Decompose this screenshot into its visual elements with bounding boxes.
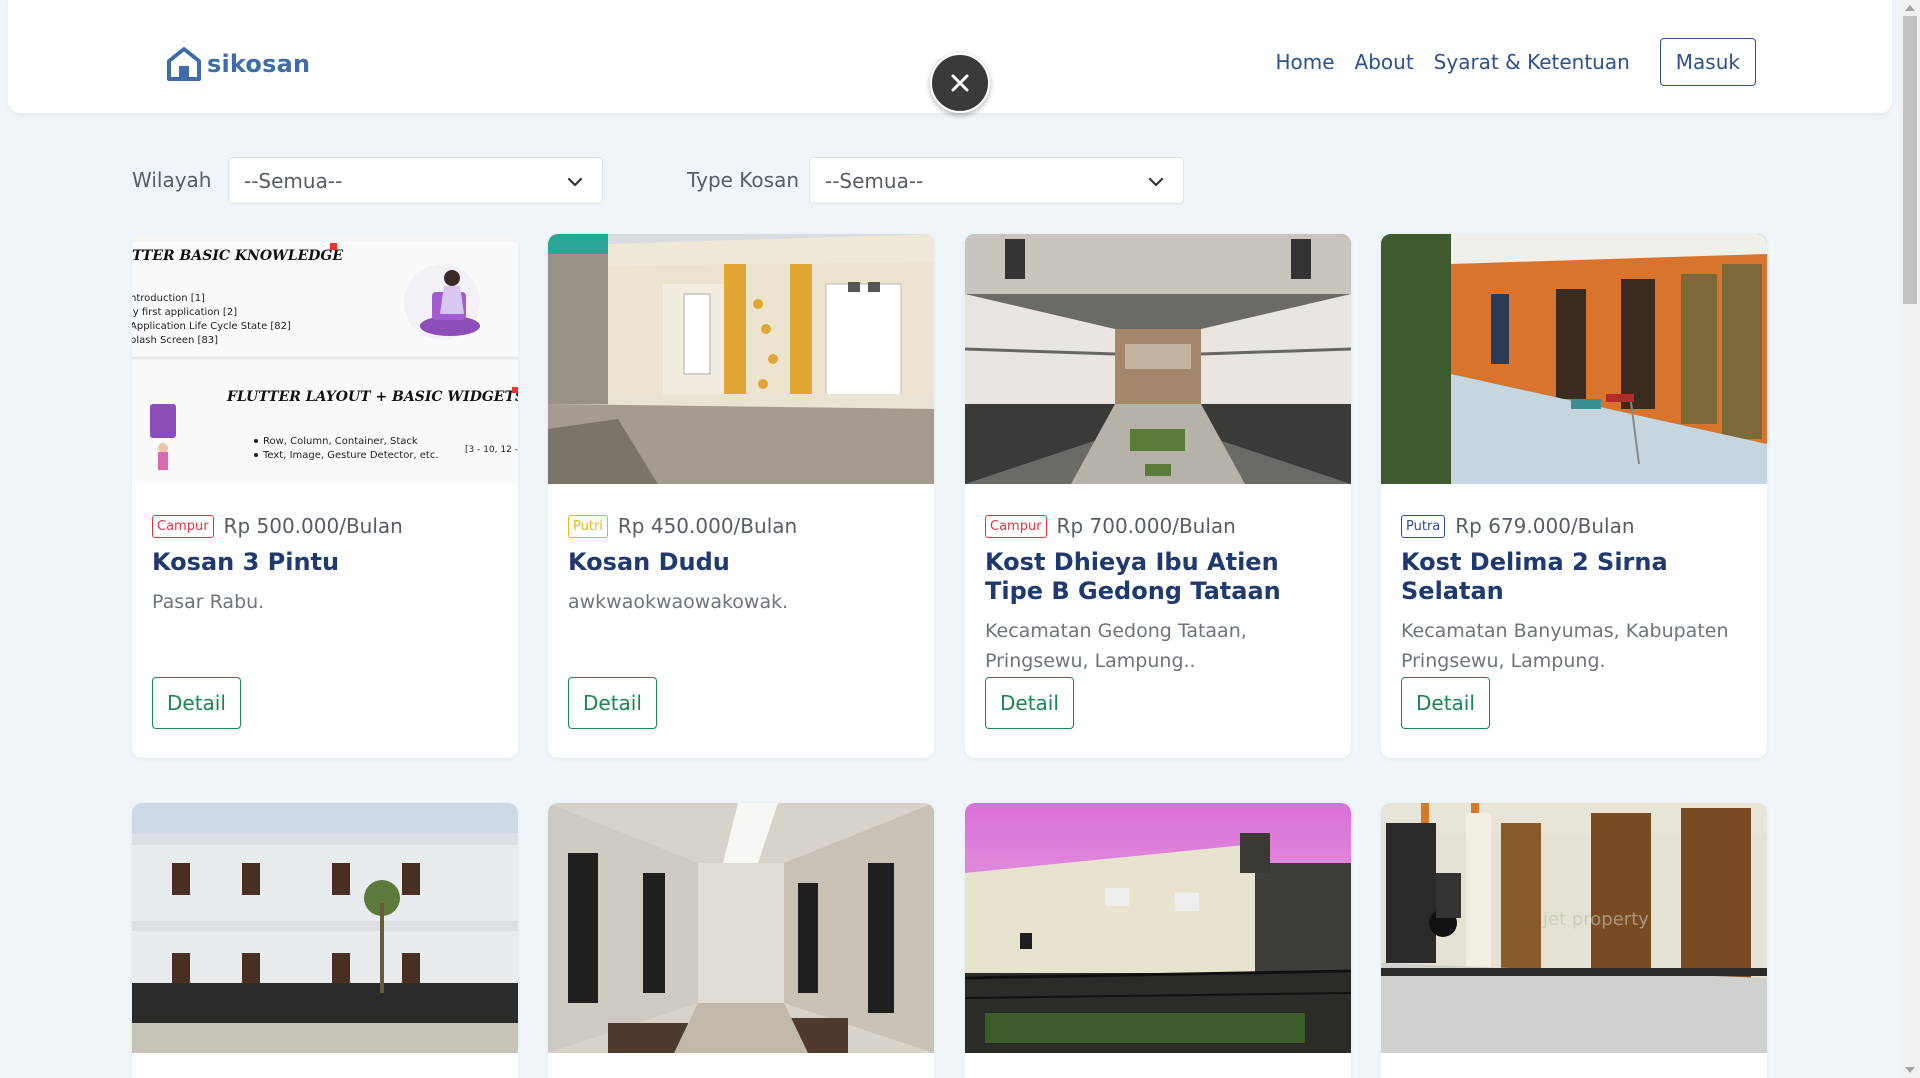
kos-title[interactable]: Kosan Dudu xyxy=(568,548,914,577)
price: Rp 700.000/Bulan xyxy=(1056,514,1236,538)
type-badge: Campur xyxy=(985,514,1047,538)
kos-photo xyxy=(1381,234,1767,484)
close-button[interactable] xyxy=(930,53,990,113)
scroll-up-icon[interactable] xyxy=(1905,5,1915,11)
type-badge: Campur xyxy=(152,514,214,538)
price-row: Putra Rp 679.000/Bulan xyxy=(1401,514,1747,538)
kos-card: Putra Rp 679.000/Bulan Kost Delima 2 Sir… xyxy=(1381,234,1767,758)
kos-title[interactable]: Kost Dhieya Ibu Atien Tipe B Gedong Tata… xyxy=(985,548,1331,606)
type-filter-label: Type Kosan xyxy=(687,168,800,192)
nav-link-terms[interactable]: Syarat & Ketentuan xyxy=(1434,50,1630,74)
scroll-down-icon[interactable] xyxy=(1905,1067,1915,1073)
region-select[interactable]: --Semua-- xyxy=(228,157,603,204)
price: Rp 450.000/Bulan xyxy=(617,514,798,538)
brand-name: sikosan xyxy=(207,50,311,78)
svg-text:ly first application [2]: ly first application [2] xyxy=(132,307,237,318)
svg-text:Text, Image, Gesture Detector,: Text, Image, Gesture Detector, etc. xyxy=(262,450,439,461)
kos-address: Kecamatan Banyumas, Kabupaten Pringsewu,… xyxy=(1401,620,1729,672)
detail-button[interactable]: Detail xyxy=(152,677,241,729)
card-body: Putra Rp 679.000/Bulan Kost Delima 2 Sir… xyxy=(1381,514,1767,676)
kos-photo xyxy=(965,234,1351,484)
nav-link-about[interactable]: About xyxy=(1355,50,1414,74)
kos-card: TTER BASIC KNOWLEDGE ntroduction [1] ly … xyxy=(132,234,518,758)
svg-text:TTER BASIC KNOWLEDGE: TTER BASIC KNOWLEDGE xyxy=(132,248,343,264)
kos-photo: jet property xyxy=(1381,803,1767,1053)
house-icon xyxy=(167,47,201,81)
kos-title[interactable]: Kost Delima 2 Sirna Selatan xyxy=(1401,548,1747,606)
svg-text:Application Life Cycle State [: Application Life Cycle State [82] xyxy=(132,321,291,332)
detail-button[interactable]: Detail xyxy=(1401,677,1490,729)
kos-address: Kecamatan Gedong Tataan, Pringsewu, Lamp… xyxy=(985,620,1247,672)
card-body: Putri Rp 450.000/Bulan Kosan Dudu awkwao… xyxy=(548,514,934,617)
chevron-down-icon xyxy=(567,177,583,187)
kos-card xyxy=(548,803,934,1078)
type-select[interactable]: --Semua-- xyxy=(809,157,1184,204)
price: Rp 500.000/Bulan xyxy=(223,514,403,538)
nav-link-home[interactable]: Home xyxy=(1275,50,1334,74)
kos-photo xyxy=(132,803,518,1053)
kos-address: Pasar Rabu. xyxy=(152,591,265,613)
kos-title[interactable]: Kosan 3 Pintu xyxy=(152,548,498,577)
type-badge: Putri xyxy=(568,514,608,538)
price-row: Campur Rp 500.000/Bulan xyxy=(152,514,498,538)
region-select-value: --Semua-- xyxy=(244,168,343,193)
kos-address: awkwaokwaowakowak. xyxy=(568,591,789,613)
kos-card xyxy=(965,803,1351,1078)
scroll-thumb[interactable] xyxy=(1903,16,1917,304)
detail-button[interactable]: Detail xyxy=(985,677,1074,729)
card-body: Campur Rp 500.000/Bulan Kosan 3 Pintu Pa… xyxy=(132,514,518,617)
brand-logo[interactable]: sikosan xyxy=(166,46,310,82)
type-select-value: --Semua-- xyxy=(825,168,924,193)
kos-photo xyxy=(548,234,934,484)
kos-card xyxy=(132,803,518,1078)
svg-text:FLUTTER LAYOUT + BASIC WIDGETS: FLUTTER LAYOUT + BASIC WIDGETS xyxy=(226,389,518,405)
login-button[interactable]: Masuk xyxy=(1659,38,1756,86)
kos-card: Campur Rp 700.000/Bulan Kost Dhieya Ibu … xyxy=(965,234,1351,758)
svg-text:jet property: jet property xyxy=(1542,909,1649,930)
price-row: Putri Rp 450.000/Bulan xyxy=(568,514,914,538)
price-row: Campur Rp 700.000/Bulan xyxy=(985,514,1331,538)
nav-links: Home About Syarat & Ketentuan Masuk xyxy=(1275,38,1756,86)
kos-photo xyxy=(965,803,1351,1053)
svg-text:plash Screen [83]: plash Screen [83] xyxy=(132,335,218,346)
price: Rp 679.000/Bulan xyxy=(1455,514,1635,538)
page-scrollbar[interactable] xyxy=(1900,0,1920,1078)
detail-button[interactable]: Detail xyxy=(568,677,657,729)
chevron-down-icon xyxy=(1148,177,1164,187)
svg-text:[3 - 10, 12 -: [3 - 10, 12 - xyxy=(465,445,518,455)
card-body: Campur Rp 700.000/Bulan Kost Dhieya Ibu … xyxy=(965,514,1351,676)
type-badge: Putra xyxy=(1401,514,1446,538)
region-filter-label: Wilayah xyxy=(132,168,212,192)
svg-text:ntroduction [1]: ntroduction [1] xyxy=(132,293,205,304)
kos-card: jet property xyxy=(1381,803,1767,1078)
kos-card: Putri Rp 450.000/Bulan Kosan Dudu awkwao… xyxy=(548,234,934,758)
kos-photo xyxy=(548,803,934,1053)
filter-bar: Wilayah --Semua-- Type Kosan --Semua-- xyxy=(132,157,1232,204)
kos-photo: TTER BASIC KNOWLEDGE ntroduction [1] ly … xyxy=(132,234,518,484)
close-icon xyxy=(951,74,969,92)
svg-text:Row, Column, Container, Stack: Row, Column, Container, Stack xyxy=(263,436,418,447)
